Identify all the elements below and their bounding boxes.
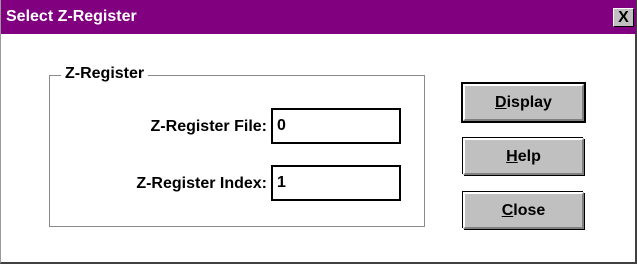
z-register-index-input[interactable] (271, 165, 401, 201)
z-register-groupbox (49, 75, 425, 227)
select-z-register-dialog: Select Z-Register X Z-Register Z-Registe… (0, 0, 637, 264)
display-button[interactable]: Display (463, 84, 584, 121)
display-button-accel: D (495, 94, 507, 111)
help-button-accel: H (506, 148, 518, 165)
close-button-label: lose (513, 202, 546, 219)
help-button[interactable]: Help (463, 138, 584, 175)
z-register-file-label: Z-Register File: (150, 118, 267, 135)
window-title: Select Z-Register (6, 8, 137, 25)
close-button-accel: C (501, 202, 514, 219)
title-bar[interactable]: Select Z-Register X (1, 0, 636, 34)
groupbox-label: Z-Register (61, 64, 149, 84)
z-register-file-input[interactable] (271, 108, 401, 144)
close-icon[interactable]: X (613, 8, 634, 27)
close-button[interactable]: Close (463, 192, 584, 229)
display-button-label: isplay (506, 94, 552, 111)
z-register-index-label: Z-Register Index: (136, 175, 267, 192)
help-button-label: elp (517, 148, 541, 165)
